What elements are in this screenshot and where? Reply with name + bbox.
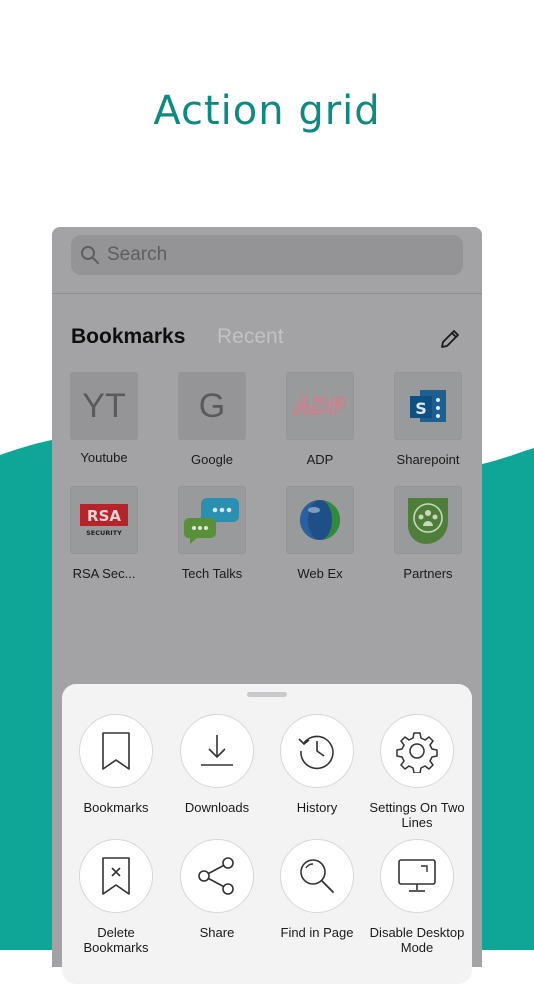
bookmark-adp[interactable]: ADP ADP xyxy=(266,372,374,467)
action-settings[interactable]: Settings On Two Lines xyxy=(367,714,467,830)
action-circle xyxy=(79,839,153,913)
google-tile: G xyxy=(178,372,246,440)
youtube-tile: YT xyxy=(70,372,138,440)
sheet-grabber[interactable] xyxy=(247,692,287,697)
bookmark-label: Google xyxy=(191,452,233,467)
bookmark-tech-talks[interactable]: Tech Talks xyxy=(158,486,266,581)
action-delete-bookmarks[interactable]: Delete Bookmarks xyxy=(66,839,166,955)
download-icon xyxy=(201,735,233,766)
bookmark-label: Partners xyxy=(403,566,453,581)
sharepoint-logo: S xyxy=(394,372,462,440)
action-label: Disable Desktop Mode xyxy=(369,925,465,955)
action-share[interactable]: Share xyxy=(167,839,267,940)
action-circle xyxy=(180,839,254,913)
action-label: Share xyxy=(199,925,235,940)
action-circle xyxy=(280,839,354,913)
search-bar[interactable]: Search xyxy=(71,235,463,275)
action-label: Settings On Two Lines xyxy=(369,800,465,830)
svg-text:RSA: RSA xyxy=(87,507,121,525)
partners-logo xyxy=(394,486,462,554)
svg-text:ADP: ADP xyxy=(292,395,345,419)
action-label: Downloads xyxy=(184,800,250,815)
tab-recent[interactable]: Recent xyxy=(217,325,284,349)
action-circle xyxy=(180,714,254,788)
bookmark-label: Youtube xyxy=(80,450,128,465)
bookmark-partners[interactable]: Partners xyxy=(374,486,482,581)
action-downloads[interactable]: Downloads xyxy=(167,714,267,815)
bookmark-label: Web Ex xyxy=(297,566,343,581)
tab-bookmarks[interactable]: Bookmarks xyxy=(71,325,185,349)
share-icon xyxy=(198,857,234,895)
history-icon xyxy=(298,735,334,770)
pencil-icon[interactable] xyxy=(438,327,462,351)
delete-bookmark-icon xyxy=(102,857,130,895)
action-label: Find in Page xyxy=(280,925,354,940)
bookmark-label: RSA Sec... xyxy=(72,566,136,581)
bookmark-label: Tech Talks xyxy=(181,566,243,581)
action-sheet: Bookmarks Downloads History Settings On … xyxy=(62,684,472,984)
svg-text:S: S xyxy=(415,399,427,418)
bookmark-label: ADP xyxy=(306,452,334,467)
find-in-page-icon xyxy=(300,859,334,893)
bookmark-sharepoint[interactable]: S Sharepoint xyxy=(374,372,482,467)
bookmark-google[interactable]: G Google xyxy=(158,372,266,467)
bookmark-icon xyxy=(102,732,130,770)
action-disable-desktop-mode[interactable]: Disable Desktop Mode xyxy=(367,839,467,955)
action-bookmarks[interactable]: Bookmarks xyxy=(66,714,166,815)
adp-logo: ADP xyxy=(286,372,354,440)
action-circle xyxy=(380,714,454,788)
bookmark-label: Sharepoint xyxy=(396,452,460,467)
desktop-icon xyxy=(398,859,436,892)
chat-bubbles-logo xyxy=(178,486,246,554)
gear-icon xyxy=(396,732,438,773)
svg-text:SECURITY: SECURITY xyxy=(86,529,122,537)
action-label: History xyxy=(296,800,338,815)
search-icon xyxy=(81,246,99,264)
action-find-in-page[interactable]: Find in Page xyxy=(267,839,367,940)
action-history[interactable]: History xyxy=(267,714,367,815)
action-label: Delete Bookmarks xyxy=(83,925,149,955)
bookmark-rsa[interactable]: RSA SECURITY RSA Sec... xyxy=(52,486,158,581)
action-circle xyxy=(280,714,354,788)
action-label: Bookmarks xyxy=(83,800,149,815)
search-placeholder: Search xyxy=(107,244,168,265)
divider xyxy=(52,293,482,294)
action-circle xyxy=(79,714,153,788)
headline: Action grid xyxy=(153,88,381,134)
bookmark-youtube[interactable]: YT Youtube xyxy=(52,372,158,465)
rsa-security-logo: RSA SECURITY xyxy=(70,486,138,554)
webex-globe-logo xyxy=(286,486,354,554)
bookmark-webex[interactable]: Web Ex xyxy=(266,486,374,581)
action-circle xyxy=(380,839,454,913)
bookmarks-grid: YT Youtube G Google ADP ADP S Sharepoint… xyxy=(52,372,482,602)
